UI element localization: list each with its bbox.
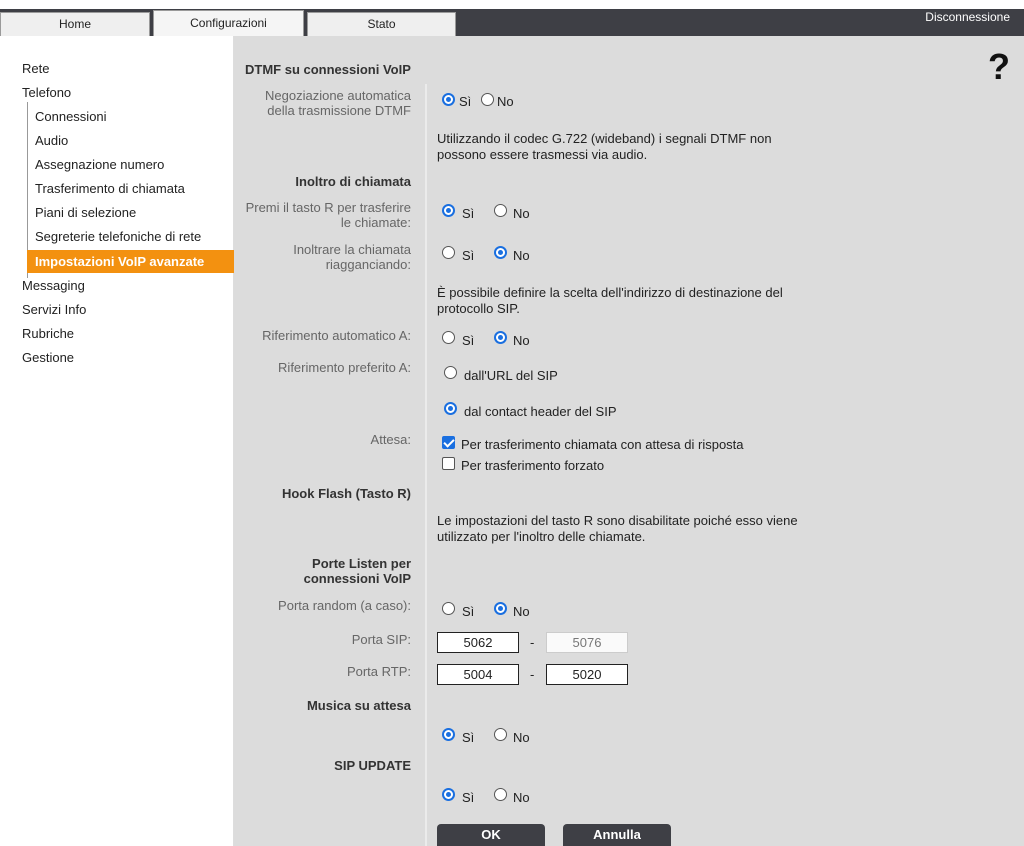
help-icon[interactable]: ? <box>988 46 1010 88</box>
radio-label: dall'URL del SIP <box>464 368 558 383</box>
sidebar-item-rubriche[interactable]: Rubriche <box>22 326 74 341</box>
label-rtp-port: Porta RTP: <box>346 664 411 679</box>
checkbox-label: Per trasferimento forzato <box>461 458 605 473</box>
sip-port-from-input[interactable] <box>437 632 519 653</box>
sidebar-item-trasferimento-chiamata[interactable]: Trasferimento di chiamata <box>35 181 185 196</box>
sidebar-item-audio[interactable]: Audio <box>35 133 68 148</box>
tab-configurazioni[interactable]: Configurazioni <box>153 10 304 36</box>
checkbox-hold-answer[interactable] <box>442 436 455 449</box>
radio-auto-ref-no[interactable] <box>494 331 507 344</box>
radio-hangup-no[interactable] <box>494 246 507 259</box>
label-line: Premi il tasto R per trasferire <box>245 200 411 215</box>
radio-auto-ref-yes[interactable] <box>442 331 455 344</box>
section-line: Porte Listen per <box>312 556 411 571</box>
radio-label: No <box>513 248 530 263</box>
radio-pref-contact[interactable] <box>444 402 457 415</box>
section-forwarding: Inoltro di chiamata <box>295 174 411 189</box>
radio-label: No <box>513 333 530 348</box>
logout-link[interactable]: Disconnessione <box>925 10 1010 24</box>
port-range-dash: - <box>530 667 535 682</box>
sidebar-item-messaging[interactable]: Messaging <box>22 278 85 293</box>
section-line: connessioni VoIP <box>303 571 411 586</box>
radio-label: No <box>513 730 530 745</box>
radio-label: No <box>513 206 530 221</box>
radio-r-key-no[interactable] <box>494 204 507 217</box>
rtp-port-from-input[interactable] <box>437 664 519 685</box>
sidebar-item-impostazioni-voip[interactable]: Impostazioni VoIP avanzate <box>27 250 240 273</box>
radio-label: Sì <box>459 94 472 109</box>
label-r-key: Premi il tasto R per trasferire le chiam… <box>246 200 411 230</box>
top-bar: Home Configurazioni Stato Disconnessione <box>0 0 1024 36</box>
radio-label: dal contact header del SIP <box>464 404 617 419</box>
radio-dtmf-yes[interactable] <box>442 93 455 106</box>
section-ports: Porte Listen per connessioni VoIP <box>304 556 411 586</box>
dtmf-note: Utilizzando il codec G.722 (wideband) i … <box>437 131 772 162</box>
tab-stato[interactable]: Stato <box>307 12 456 36</box>
radio-label: Sì <box>462 730 475 745</box>
label-pref-ref: Riferimento preferito A: <box>278 360 411 375</box>
sidebar-item-gestione[interactable]: Gestione <box>22 350 74 365</box>
checkbox-label: Per trasferimento chiamata con attesa di… <box>461 437 744 452</box>
label-hold: Attesa: <box>370 432 411 447</box>
ok-button[interactable]: OK <box>437 824 545 846</box>
hookflash-note: Le impostazioni del tasto R sono disabil… <box>437 513 798 544</box>
radio-random-yes[interactable] <box>442 602 455 615</box>
label-line: Inoltrare la chiamata <box>293 242 411 257</box>
main-panel: ? DTMF su connessioni VoIP Negoziazione … <box>234 36 1024 846</box>
radio-dtmf-no[interactable] <box>481 93 494 106</box>
sidebar: Rete Telefono Connessioni Audio Assegnaz… <box>0 36 240 846</box>
sip-port-to-input[interactable] <box>546 632 628 653</box>
radio-label: Sì <box>462 206 475 221</box>
sidebar-item-connessioni[interactable]: Connessioni <box>35 109 107 124</box>
section-hookflash: Hook Flash (Tasto R) <box>281 486 411 501</box>
label-sip-port: Porta SIP: <box>351 632 411 647</box>
label-line: riagganciando: <box>325 257 411 272</box>
label-hangup-forward: Inoltrare la chiamata riagganciando: <box>293 242 411 272</box>
radio-r-key-yes[interactable] <box>442 204 455 217</box>
value-column-divider <box>425 84 427 846</box>
sidebar-item-piani-selezione[interactable]: Piani di selezione <box>35 205 136 220</box>
radio-label: Sì <box>462 604 475 619</box>
sidebar-item-rete[interactable]: Rete <box>22 61 49 76</box>
sidebar-item-telefono[interactable]: Telefono <box>22 85 71 100</box>
radio-label: Sì <box>462 248 475 263</box>
sidebar-item-servizi-info[interactable]: Servizi Info <box>22 302 86 317</box>
port-range-dash: - <box>530 635 535 650</box>
radio-music-no[interactable] <box>494 728 507 741</box>
cancel-button[interactable]: Annulla <box>563 824 671 846</box>
radio-label: No <box>497 94 514 109</box>
tab-home[interactable]: Home <box>0 12 150 36</box>
radio-label: No <box>513 604 530 619</box>
label-line: Negoziazione automatica <box>265 88 411 103</box>
label-line: della trasmissione DTMF <box>267 103 411 118</box>
label-random-port: Porta random (a caso): <box>278 598 411 613</box>
sidebar-item-assegnazione-numero[interactable]: Assegnazione numero <box>35 157 164 172</box>
radio-hangup-yes[interactable] <box>442 246 455 259</box>
radio-label: No <box>513 790 530 805</box>
radio-sipupdate-no[interactable] <box>494 788 507 801</box>
section-music: Musica su attesa <box>306 698 411 713</box>
sip-note: È possibile definire la scelta dell'indi… <box>437 285 783 316</box>
section-dtmf: DTMF su connessioni VoIP <box>245 62 411 77</box>
section-sip-update: SIP UPDATE <box>334 758 411 773</box>
label-dtmf-negotiation: Negoziazione automatica della trasmissio… <box>265 88 411 118</box>
radio-random-no[interactable] <box>494 602 507 615</box>
radio-label: Sì <box>462 333 475 348</box>
checkbox-hold-forced[interactable] <box>442 457 455 470</box>
label-line: le chiamate: <box>340 215 411 230</box>
sidebar-item-segreterie[interactable]: Segreterie telefoniche di rete <box>35 229 201 244</box>
rtp-port-to-input[interactable] <box>546 664 628 685</box>
label-auto-ref: Riferimento automatico A: <box>262 328 411 343</box>
radio-music-yes[interactable] <box>442 728 455 741</box>
radio-label: Sì <box>462 790 475 805</box>
radio-sipupdate-yes[interactable] <box>442 788 455 801</box>
radio-pref-url[interactable] <box>444 366 457 379</box>
